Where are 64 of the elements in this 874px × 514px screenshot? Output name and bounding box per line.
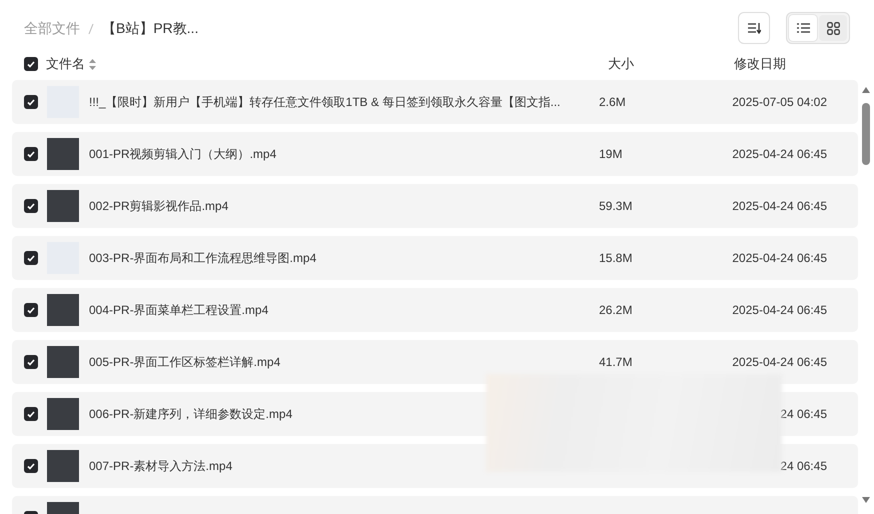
thumbnail-placeholder: [47, 450, 79, 482]
checkbox[interactable]: [24, 95, 38, 109]
checkbox[interactable]: [24, 251, 38, 265]
column-header: 修改日期: [734, 55, 786, 74]
thumbnail-placeholder: [47, 294, 79, 326]
check-icon: [27, 306, 35, 314]
check-icon: [27, 410, 35, 418]
current-folder: 【B站】PR教...: [102, 18, 198, 38]
file-name[interactable]: 003-PR-界面布局和工作流程思维导图.mp4: [89, 249, 599, 267]
file-name[interactable]: 001-PR视频剪辑入门（大纲）.mp4: [89, 145, 599, 163]
modified-date: 2025-04-24 06:45: [731, 354, 827, 371]
file-size: 19M: [599, 146, 624, 163]
modified-date: 2025-07-05 04:02: [731, 94, 827, 111]
file-name[interactable]: 005-PR-界面工作区标签栏详解.mp4: [89, 353, 599, 371]
check-icon: [27, 254, 35, 262]
file-name[interactable]: 004-PR-界面菜单栏工程设置.mp4: [89, 301, 599, 319]
file-name[interactable]: 002-PR剪辑影视作品.mp4: [89, 197, 599, 215]
scroll-up-icon[interactable]: [861, 86, 871, 94]
file-size: 2.6M: [599, 94, 627, 111]
check-icon: [27, 150, 35, 158]
checkbox[interactable]: [24, 407, 38, 421]
file-row[interactable]: 001-PR视频剪辑入门（大纲）.mp4 19M 2025-04-24 06:45: [12, 132, 858, 176]
sort-button[interactable]: [738, 12, 770, 44]
sort-icon: [747, 22, 761, 34]
check-icon: [27, 202, 35, 210]
check-icon: [27, 462, 35, 470]
check-icon: [27, 98, 35, 106]
list-icon: [796, 23, 810, 33]
checkbox[interactable]: [24, 303, 38, 317]
file-row[interactable]: 004-PR-界面菜单栏工程设置.mp4 26.2M 2025-04-24 06:45: [12, 288, 858, 332]
checkbox[interactable]: [24, 355, 38, 369]
thumbnail-placeholder: [47, 398, 79, 430]
file-size: 15.8M: [599, 250, 634, 267]
grid-icon: [826, 22, 840, 34]
file-row[interactable]: 005-PR-界面工作区标签栏详解.mp4 41.7M 2025-04-24 06:45: [12, 340, 858, 384]
checkbox[interactable]: [24, 57, 38, 71]
check-icon: [27, 60, 35, 68]
file-size: 59.3M: [599, 198, 634, 215]
thumbnail-placeholder: [47, 346, 79, 378]
scroll-down-icon[interactable]: [861, 496, 871, 504]
sort-arrows-icon[interactable]: [89, 58, 96, 70]
checkbox[interactable]: [24, 199, 38, 213]
check-icon: [27, 358, 35, 366]
column-header[interactable]: 文件名: [46, 54, 85, 74]
file-row[interactable]: 002-PR剪辑影视作品.mp4 59.3M 2025-04-24 06:45: [12, 184, 858, 228]
checkbox[interactable]: [24, 147, 38, 161]
modified-date: 2025-04-24 06:45: [731, 198, 827, 215]
modified-date: 2025-04-24 06:45: [731, 302, 827, 319]
modified-date: 2025-04-24 06:45: [731, 146, 827, 163]
file-row[interactable]: !!!_【限时】新用户【手机端】转存任意文件领取1TB & 每日签到领取永久容量【图文指... 2.6M 2025-07-05 04:02: [12, 80, 858, 124]
thumbnail-placeholder: [47, 190, 79, 222]
list-view-button[interactable]: [789, 15, 817, 41]
file-size: 41.7M: [599, 354, 634, 371]
modified-date: 2025-04-24 06:45: [731, 250, 827, 267]
checkbox[interactable]: [24, 459, 38, 473]
file-size: 26.2M: [599, 302, 634, 319]
file-row[interactable]: 003-PR-界面布局和工作流程思维导图.mp4 15.8M 2025-04-24 06:45: [12, 236, 858, 280]
file-name[interactable]: !!!_【限时】新用户【手机端】转存任意文件领取1TB & 每日签到领取永久容量【图文指...: [89, 93, 599, 111]
grid-view-button[interactable]: [819, 15, 847, 41]
thumbnail-placeholder: [47, 138, 79, 170]
scrollbar-thumb[interactable]: [862, 103, 870, 165]
modified-date: 24 06:45: [779, 406, 827, 423]
column-header: 大小: [608, 55, 635, 74]
modified-date: 24 06:45: [779, 458, 827, 475]
